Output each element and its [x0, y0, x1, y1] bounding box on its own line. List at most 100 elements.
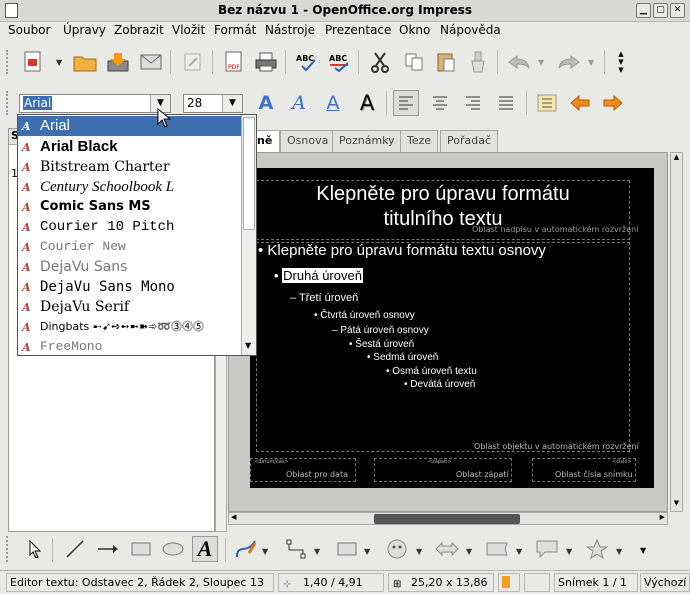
chevron-down-icon[interactable]: ▼ — [616, 547, 622, 556]
horizontal-scrollbar[interactable]: ◀ ▶ — [228, 512, 668, 525]
chevron-down-icon[interactable]: ▼ — [466, 547, 472, 556]
shadow-icon[interactable]: A — [354, 90, 380, 116]
spellcheck-icon[interactable]: ABC — [293, 49, 319, 75]
chevron-down-icon[interactable]: ▼ — [416, 547, 422, 556]
font-option-freemono[interactable]: A FreeMono — [18, 337, 256, 357]
autospellcheck-icon[interactable]: ABC — [326, 49, 352, 75]
font-list-scroll-thumb[interactable] — [243, 117, 255, 230]
chevron-down-icon[interactable]: ▼ — [245, 341, 251, 350]
stars-icon[interactable] — [584, 536, 610, 562]
digital-signature-field[interactable] — [524, 573, 550, 592]
tab-poradac-snimku[interactable]: Pořadač snímků — [440, 130, 499, 167]
callouts-icon[interactable] — [534, 536, 560, 562]
font-list-scrollbar[interactable]: ▼ — [241, 115, 256, 355]
font-option-comic-sans[interactable]: A Comic Sans MS — [18, 197, 256, 217]
save-icon[interactable] — [105, 49, 131, 75]
menu-soubor[interactable]: Soubor — [8, 23, 50, 37]
menu-format[interactable]: Formát — [214, 23, 256, 37]
redo-icon[interactable] — [556, 49, 582, 75]
toolbar-grip[interactable] — [6, 50, 10, 74]
line-arrow-icon[interactable] — [95, 536, 121, 562]
toolbar-overflow-icon[interactable]: ▼ — [640, 546, 646, 555]
underline-icon[interactable]: A — [320, 90, 346, 116]
export-pdf-icon[interactable]: PDF — [221, 49, 247, 75]
font-option-courier-new[interactable]: A Courier New — [18, 237, 256, 257]
menu-zobrazit[interactable]: Zobrazit — [114, 23, 164, 37]
font-size-combo[interactable]: 28 ▼ — [183, 94, 243, 113]
line-icon[interactable] — [62, 536, 88, 562]
outline-level-4[interactable]: • Čtvrtá úroveň osnovy — [314, 310, 415, 321]
font-option-dejavu-sans[interactable]: A DejaVu Sans — [18, 257, 256, 277]
vertical-scrollbar[interactable]: ▲ ▼ — [670, 152, 683, 512]
font-option-century-schoolbook[interactable]: A Century Schoolbook L — [18, 177, 256, 197]
justify-icon[interactable] — [493, 90, 519, 116]
outline-level-2[interactable]: • Druhá úroveň — [274, 268, 363, 283]
chevron-down-icon[interactable]: ▼ — [56, 58, 62, 67]
chevron-down-icon[interactable]: ▼ — [588, 58, 594, 67]
open-folder-icon[interactable] — [72, 49, 98, 75]
bullets-icon[interactable] — [534, 90, 560, 116]
email-icon[interactable] — [138, 49, 164, 75]
font-option-bitstream-charter[interactable]: A Bitstream Charter — [18, 157, 256, 177]
outline-level-7[interactable]: • Sedmá úroveň — [367, 352, 438, 363]
tab-teze[interactable]: Teze — [400, 130, 439, 152]
horizontal-scroll-thumb[interactable] — [374, 514, 520, 524]
block-arrows-icon[interactable] — [434, 536, 460, 562]
connector-icon[interactable] — [284, 536, 310, 562]
align-right-icon[interactable] — [460, 90, 486, 116]
promote-arrow-left-icon[interactable] — [567, 90, 593, 116]
outline-level-9[interactable]: • Devátá úroveň — [404, 379, 475, 390]
outline-level-8[interactable]: • Osmá úroveň textu — [386, 366, 477, 377]
minimize-button[interactable]: ▁ — [636, 3, 651, 18]
menu-vlozit[interactable]: Vložit — [172, 23, 205, 37]
slide[interactable]: Klepněte pro úpravu formátu titulního te… — [250, 168, 654, 488]
menu-okno[interactable]: Okno — [399, 23, 430, 37]
scroll-left-icon[interactable]: ◀ — [231, 513, 236, 521]
tab-normalni[interactable]: ně — [254, 130, 280, 152]
toolbar-grip[interactable] — [6, 536, 10, 562]
outline-level-6[interactable]: • Šestá úroveň — [349, 339, 414, 350]
ellipse-icon[interactable] — [160, 536, 186, 562]
toolbar-overflow-icon[interactable]: ▲ ▼ ▼ — [615, 50, 627, 76]
scroll-down-icon[interactable]: ▼ — [671, 499, 682, 511]
chevron-down-icon[interactable]: ▼ — [222, 95, 242, 112]
tab-poznamky[interactable]: Poznámky — [332, 130, 402, 152]
outline-level-1[interactable]: • Klepněte pro úpravu formátu textu osno… — [258, 242, 546, 259]
scroll-right-icon[interactable]: ▶ — [660, 513, 665, 521]
font-option-arial-black[interactable]: A Arial Black — [18, 137, 256, 157]
curve-icon[interactable] — [233, 536, 259, 562]
chevron-down-icon[interactable]: ▼ — [364, 547, 370, 556]
edit-file-icon[interactable] — [180, 49, 206, 75]
menu-nastroje[interactable]: Nástroje — [265, 23, 315, 37]
basic-shapes-icon[interactable] — [334, 536, 360, 562]
outline-level-5[interactable]: – Pátá úroveň osnovy — [332, 325, 429, 336]
font-option-dejavu-sans-mono[interactable]: A DejaVu Sans Mono — [18, 277, 256, 297]
bold-icon[interactable]: A — [253, 90, 279, 116]
menu-upravy[interactable]: Úpravy — [63, 23, 106, 37]
menu-prezentace[interactable]: Prezentace — [325, 23, 391, 37]
text-tool-icon[interactable]: A — [192, 536, 218, 562]
menu-napoveda[interactable]: Nápověda — [440, 23, 501, 37]
maximize-button[interactable]: ▢ — [653, 3, 668, 18]
clone-formatting-icon[interactable] — [465, 49, 491, 75]
print-icon[interactable] — [253, 49, 279, 75]
symbol-shapes-icon[interactable] — [384, 536, 410, 562]
italic-icon[interactable]: A — [286, 90, 312, 116]
font-option-arial[interactable]: A Arial — [18, 116, 256, 136]
font-option-dingbats[interactable]: A Dingbats ➸➹➺➻➼➽➾➿⓷⓸⓹ — [18, 317, 256, 337]
align-center-icon[interactable] — [427, 90, 453, 116]
chevron-down-icon[interactable]: ▼ — [566, 547, 572, 556]
copy-icon[interactable] — [401, 49, 427, 75]
font-name-combo[interactable]: Arial ▼ — [19, 94, 171, 113]
new-document-icon[interactable] — [20, 49, 46, 75]
close-button[interactable]: ✕ — [670, 3, 685, 18]
chevron-down-icon[interactable]: ▼ — [516, 547, 522, 556]
chevron-down-icon[interactable]: ▼ — [538, 58, 544, 67]
align-left-icon[interactable] — [393, 90, 419, 116]
paste-icon[interactable] — [433, 49, 459, 75]
select-arrow-icon[interactable] — [22, 536, 48, 562]
document-modified-icon[interactable] — [498, 573, 520, 592]
scroll-up-icon[interactable]: ▲ — [671, 153, 682, 165]
font-option-dejavu-serif[interactable]: A DejaVu Serif — [18, 297, 256, 317]
tab-osnova[interactable]: Osnova — [280, 130, 336, 152]
